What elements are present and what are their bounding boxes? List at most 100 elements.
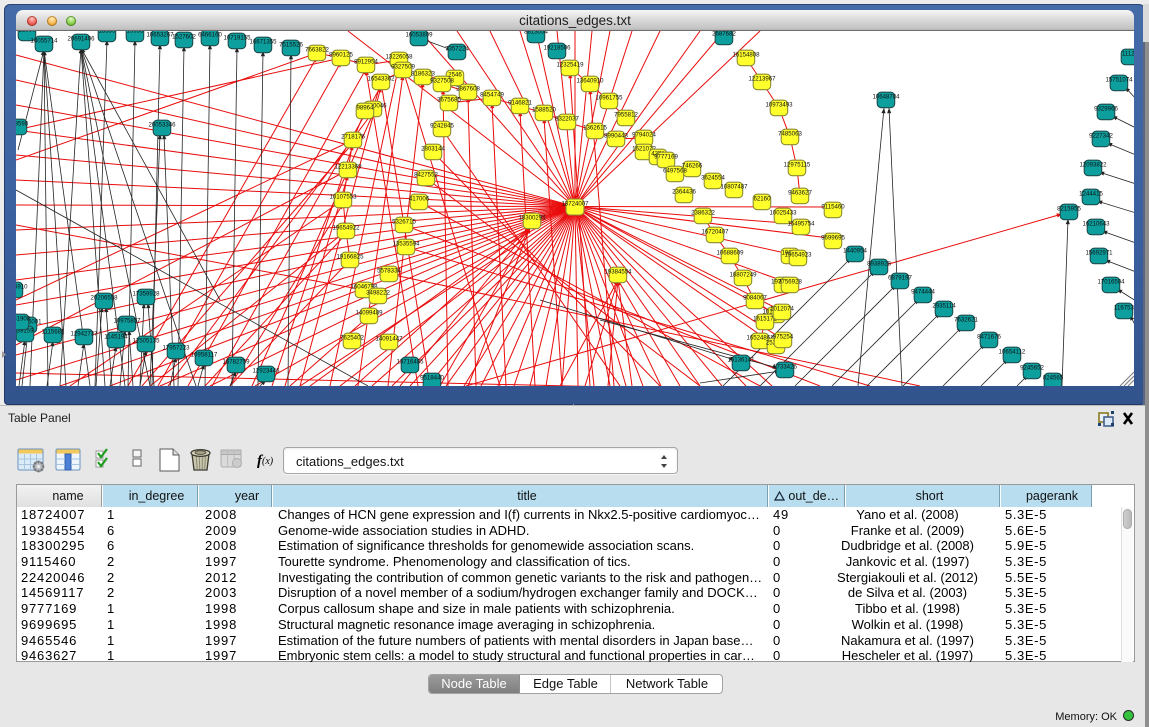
- svg-text:16671355: 16671355: [249, 39, 277, 46]
- svg-text:14055714: 14055714: [30, 38, 58, 45]
- svg-text:21358: 21358: [19, 31, 37, 34]
- svg-text:7663822: 7663822: [305, 47, 329, 54]
- svg-text:13640910: 13640910: [576, 78, 604, 85]
- svg-text:9084067: 9084067: [743, 295, 767, 302]
- svg-text:9242845: 9242845: [430, 123, 454, 130]
- svg-text:2803144: 2803144: [421, 146, 445, 153]
- svg-text:3498222: 3498222: [366, 290, 390, 297]
- svg-text:16720407: 16720407: [701, 229, 729, 236]
- svg-text:1362615: 1362615: [583, 125, 607, 132]
- svg-text:14091447: 14091447: [375, 336, 403, 343]
- svg-text:3756928: 3756928: [778, 279, 802, 286]
- svg-text:12505135: 12505135: [132, 338, 160, 345]
- svg-text:1115681: 1115681: [42, 329, 65, 336]
- svg-text:1012074: 1012074: [770, 306, 794, 313]
- svg-text:1145194: 1145194: [104, 334, 128, 341]
- svg-text:17359928: 17359928: [132, 291, 160, 298]
- svg-text:16782759: 16782759: [222, 359, 250, 366]
- svg-text:20053346: 20053346: [148, 122, 176, 129]
- svg-text:8938928: 8938928: [867, 261, 891, 268]
- svg-text:18724007: 18724007: [561, 201, 589, 208]
- svg-text:5326715: 5326715: [392, 219, 416, 226]
- svg-text:9327508: 9327508: [430, 78, 454, 85]
- svg-text:9327509: 9327509: [391, 64, 415, 71]
- svg-text:9329966: 9329966: [1094, 106, 1118, 113]
- svg-text:1527602: 1527602: [172, 34, 196, 41]
- svg-text:2718176: 2718176: [341, 134, 365, 141]
- svg-text:10973493: 10973493: [765, 102, 793, 109]
- svg-text:8912954: 8912954: [354, 59, 378, 66]
- svg-text:12975115: 12975115: [784, 162, 811, 169]
- svg-text:12093822: 12093822: [1079, 162, 1107, 169]
- svg-text:131908: 131908: [16, 316, 31, 323]
- svg-text:17016504: 17016504: [1097, 279, 1125, 286]
- svg-text:9474444: 9474444: [911, 289, 935, 296]
- svg-text:16053809: 16053809: [405, 32, 433, 39]
- svg-text:824565: 824565: [1043, 375, 1064, 382]
- svg-text:116753: 116753: [1114, 305, 1134, 312]
- svg-text:10654112: 10654112: [999, 349, 1026, 356]
- svg-text:9699695: 9699695: [821, 235, 845, 242]
- svg-text:13535594: 13535594: [392, 241, 420, 248]
- svg-text:1244415: 1244415: [1079, 191, 1103, 198]
- svg-text:18807249: 18807249: [729, 272, 757, 279]
- svg-text:16543362: 16543362: [367, 76, 395, 83]
- svg-text:13226058: 13226058: [385, 54, 413, 61]
- svg-text:10807487: 10807487: [720, 184, 748, 191]
- svg-text:7357224: 7357224: [445, 46, 469, 53]
- svg-text:15136141: 15136141: [727, 357, 755, 364]
- svg-text:8322037: 8322037: [555, 116, 579, 123]
- svg-text:8990443: 8990443: [604, 133, 628, 140]
- svg-text:8471676: 8471676: [977, 334, 1001, 341]
- svg-text:11127: 11127: [1122, 51, 1134, 58]
- svg-text:19654922: 19654922: [332, 225, 360, 232]
- svg-text:16210643: 16210643: [1082, 221, 1110, 228]
- svg-text:10648784: 10648784: [872, 94, 900, 101]
- svg-text:6466160: 6466160: [198, 32, 222, 39]
- svg-text:10961755: 10961755: [595, 95, 623, 102]
- svg-text:6879197: 6879197: [888, 275, 912, 282]
- svg-text:7515526: 7515526: [279, 42, 303, 49]
- svg-text:10719155: 10719155: [223, 35, 251, 42]
- svg-text:15751074: 15751074: [1105, 77, 1133, 84]
- svg-text:17957223: 17957223: [162, 345, 190, 352]
- svg-text:8215955: 8215955: [1057, 206, 1081, 213]
- svg-text:15495754: 15495754: [787, 221, 815, 228]
- svg-text:12213369: 12213369: [334, 164, 362, 171]
- svg-text:19953: 19953: [127, 31, 145, 35]
- svg-text:5578334: 5578334: [377, 268, 401, 275]
- svg-text:8454749: 8454749: [480, 92, 504, 99]
- svg-text:417006: 417006: [409, 196, 430, 203]
- svg-text:20691406: 20691406: [67, 36, 95, 43]
- svg-text:1588520: 1588520: [532, 107, 556, 114]
- svg-text:12325419: 12325419: [556, 62, 584, 69]
- svg-text:7632621: 7632621: [954, 317, 978, 324]
- svg-text:10975857: 10975857: [113, 318, 141, 325]
- svg-text:9245652: 9245652: [1020, 365, 1044, 372]
- svg-text:2386322: 2386322: [691, 210, 715, 217]
- svg-text:10107553: 10107553: [329, 194, 357, 201]
- svg-text:62160: 62160: [754, 196, 772, 203]
- svg-text:12923446: 12923446: [252, 368, 280, 375]
- svg-text:98964: 98964: [357, 105, 375, 112]
- svg-text:18300295: 18300295: [518, 215, 546, 222]
- svg-text:8427552: 8427552: [414, 172, 438, 179]
- svg-text:10688609: 10688609: [716, 250, 744, 257]
- svg-text:318598: 318598: [16, 121, 29, 128]
- svg-text:19166825: 19166825: [336, 254, 364, 261]
- svg-text:15692971: 15692971: [1085, 250, 1113, 257]
- svg-text:7955812: 7955812: [614, 112, 638, 119]
- svg-text:1733426: 1733426: [773, 364, 797, 371]
- svg-text:19654923: 19654923: [784, 252, 812, 259]
- svg-text:9463627: 9463627: [788, 190, 812, 197]
- svg-text:18535: 18535: [99, 31, 117, 35]
- svg-text:2935114: 2935114: [932, 303, 956, 310]
- svg-text:12213967: 12213967: [748, 76, 776, 83]
- svg-text:2364436: 2364436: [672, 189, 696, 196]
- svg-text:8813054: 8813054: [524, 31, 548, 36]
- svg-text:7625402: 7625402: [340, 335, 364, 342]
- svg-text:1440954: 1440954: [843, 248, 867, 255]
- svg-text:9227342: 9227342: [1089, 133, 1113, 140]
- svg-text:(x): (x): [262, 456, 274, 467]
- svg-text:9777169: 9777169: [654, 154, 678, 161]
